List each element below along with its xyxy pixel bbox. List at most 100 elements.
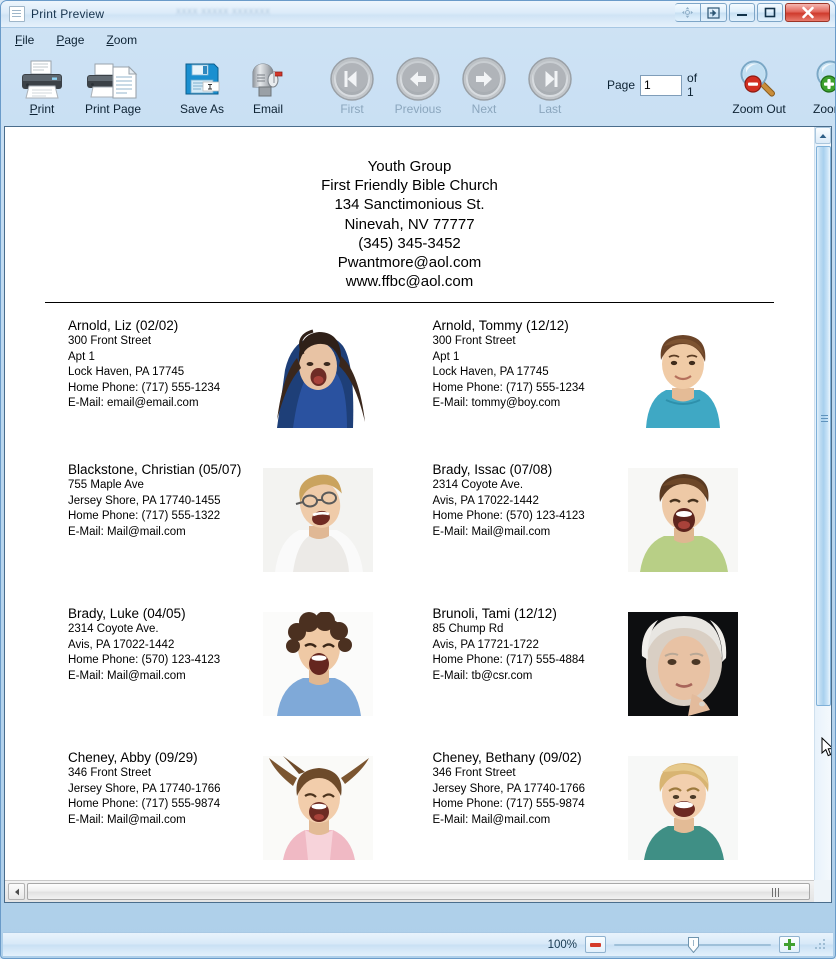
- last-page-button-label: Last: [538, 102, 562, 116]
- menu-bar: File Page Zoom: [3, 30, 833, 50]
- header-line-7: www.ffbc@aol.com: [345, 273, 474, 291]
- next-page-icon: [461, 57, 507, 101]
- scroll-left-button[interactable]: [8, 883, 25, 900]
- close-button[interactable]: [785, 3, 830, 22]
- zoom-in-plus-button[interactable]: [779, 936, 800, 953]
- plus-icon: [784, 939, 795, 950]
- entry-city-state-zip: Jersey Shore, PA 17740-1766: [432, 782, 586, 795]
- directory-entry: Cheney, Abby (09/29) 346 Front Street Je…: [45, 746, 410, 880]
- zoom-slider[interactable]: [614, 936, 771, 954]
- entry-address-2: Apt 1: [432, 350, 460, 363]
- entry-email: E-Mail: email@email.com: [68, 397, 199, 410]
- header-line-3: 134 Sanctimonious St.: [334, 196, 485, 214]
- zoom-in-button[interactable]: Zoom In: [797, 51, 835, 116]
- first-page-button-label: First: [340, 102, 364, 116]
- page-number-input[interactable]: [640, 74, 683, 96]
- minimize-button[interactable]: [729, 3, 755, 22]
- save-as-button[interactable]: Save As: [169, 51, 235, 116]
- entry-phone: Home Phone: (717) 555-1234: [432, 381, 585, 394]
- document-content: Youth Group First Friendly Bible Church …: [5, 127, 814, 880]
- mailbox-icon: [246, 57, 290, 101]
- dock-icon: [707, 6, 720, 19]
- directory-entry: Brunoli, Tami (12/12) 85 Chump Rd Avis, …: [410, 602, 775, 746]
- dock-window-button[interactable]: [701, 3, 727, 22]
- entry-phone: Home Phone: (717) 555-9874: [68, 798, 221, 811]
- menu-zoom-accel: Z: [106, 33, 114, 47]
- entry-name: Brunoli, Tami (12/12): [432, 606, 557, 622]
- close-icon: [801, 6, 814, 19]
- magnifier-plus-icon: [812, 57, 835, 101]
- girl-dark-hair-blue-shirt-photo: [263, 324, 373, 429]
- zoom-out-button[interactable]: Zoom Out: [721, 51, 797, 116]
- zoom-slider-handle[interactable]: [688, 936, 699, 953]
- previous-page-button[interactable]: Previous: [385, 51, 451, 116]
- entry-phone: Home Phone: (717) 555-1322: [68, 510, 221, 523]
- entry-address-1: 755 Maple Ave: [68, 479, 144, 492]
- menu-file[interactable]: File: [13, 32, 36, 48]
- email-button[interactable]: Email: [235, 51, 301, 116]
- zoom-percent-label: 100%: [547, 938, 577, 951]
- vertical-scrollbar[interactable]: [814, 127, 831, 880]
- last-page-button[interactable]: Last: [517, 51, 583, 116]
- entry-name: Cheney, Bethany (09/02): [432, 750, 582, 766]
- entry-name: Blackstone, Christian (05/07): [68, 462, 242, 478]
- header-line-6: Pwantmore@aol.com: [337, 254, 482, 272]
- entry-name: Brady, Luke (04/05): [68, 606, 186, 622]
- entry-text: Brunoli, Tami (12/12) 85 Chump Rd Avis, …: [410, 602, 620, 684]
- print-button[interactable]: Print: [9, 51, 75, 116]
- entry-phone: Home Phone: (717) 555-4884: [432, 654, 585, 667]
- header-line-4: Ninevah, NV 77777: [344, 215, 475, 233]
- older-woman-white-hair-photo: [627, 612, 738, 717]
- window-title: Print Preview: [31, 7, 105, 21]
- magnifier-minus-icon: [736, 57, 782, 101]
- entry-email: E-Mail: Mail@mail.com: [68, 525, 186, 538]
- zoom-out-minus-button[interactable]: [585, 936, 606, 953]
- print-page-button-label: Print Page: [84, 102, 142, 116]
- header-line-1: Youth Group: [367, 158, 452, 175]
- entry-city-state-zip: Jersey Shore, PA 17740-1766: [68, 782, 221, 795]
- menu-page[interactable]: Page: [54, 32, 86, 48]
- entry-email: E-Mail: Mail@mail.com: [432, 525, 551, 538]
- maximize-button[interactable]: [757, 3, 783, 22]
- horizontal-scrollbar[interactable]: [5, 880, 814, 902]
- entry-email: E-Mail: Mail@mail.com: [432, 813, 551, 826]
- entry-text: Blackstone, Christian (05/07) 755 Maple …: [45, 458, 255, 540]
- horizontal-scrollbar-thumb[interactable]: [27, 883, 810, 900]
- document-icon: [9, 6, 25, 22]
- directory-entry: Cheney, Bethany (09/02) 346 Front Street…: [410, 746, 775, 880]
- print-preview-window: Print Preview xxxx xxxxx xxxxxxx File Pa…: [0, 0, 836, 959]
- title-bar: Print Preview xxxx xxxxx xxxxxxx: [1, 1, 835, 28]
- entry-name: Cheney, Abby (09/29): [68, 750, 198, 766]
- floppy-disk-icon: [182, 57, 222, 101]
- boy-brown-hair-teal-shirt-photo: [627, 324, 738, 429]
- next-page-button[interactable]: Next: [451, 51, 517, 116]
- first-page-icon: [329, 57, 375, 101]
- vertical-scrollbar-thumb[interactable]: [816, 146, 831, 706]
- entry-address-1: 346 Front Street: [68, 767, 152, 780]
- first-page-button[interactable]: First: [319, 51, 385, 116]
- entry-city-state-zip: Avis, PA 17721-1722: [432, 638, 539, 651]
- email-button-label: Email: [252, 102, 283, 116]
- child-blond-teal-shirt-photo: [627, 756, 738, 861]
- resize-grip[interactable]: [814, 938, 827, 951]
- menu-zoom-label: oom: [113, 33, 138, 47]
- scroll-up-button[interactable]: [815, 127, 831, 144]
- entry-address-1: 2314 Coyote Ave.: [432, 479, 524, 492]
- mouse-cursor: [821, 737, 831, 757]
- entry-phone: Home Phone: (570) 123-4123: [432, 510, 585, 523]
- printer-icon: [19, 57, 65, 101]
- boy-shouting-green-shirt-photo: [627, 468, 738, 573]
- print-page-button[interactable]: Print Page: [75, 51, 151, 116]
- child-curly-hair-blue-shirt-photo: [263, 612, 373, 717]
- directory-entry: Arnold, Liz (02/02) 300 Front Street Apt…: [45, 314, 410, 458]
- entry-name: Arnold, Tommy (12/12): [432, 318, 569, 334]
- entry-city-state-zip: Lock Haven, PA 17745: [68, 366, 185, 379]
- entry-city-state-zip: Avis, PA 17022-1442: [432, 494, 539, 507]
- entry-email: E-Mail: Mail@mail.com: [68, 669, 186, 682]
- entry-email: E-Mail: Mail@mail.com: [68, 813, 186, 826]
- menu-zoom[interactable]: Zoom: [104, 32, 139, 48]
- window-controls: [675, 3, 830, 22]
- entry-email: E-Mail: tb@csr.com: [432, 669, 533, 682]
- move-window-button[interactable]: [675, 3, 701, 22]
- printer-page-icon: [87, 57, 139, 101]
